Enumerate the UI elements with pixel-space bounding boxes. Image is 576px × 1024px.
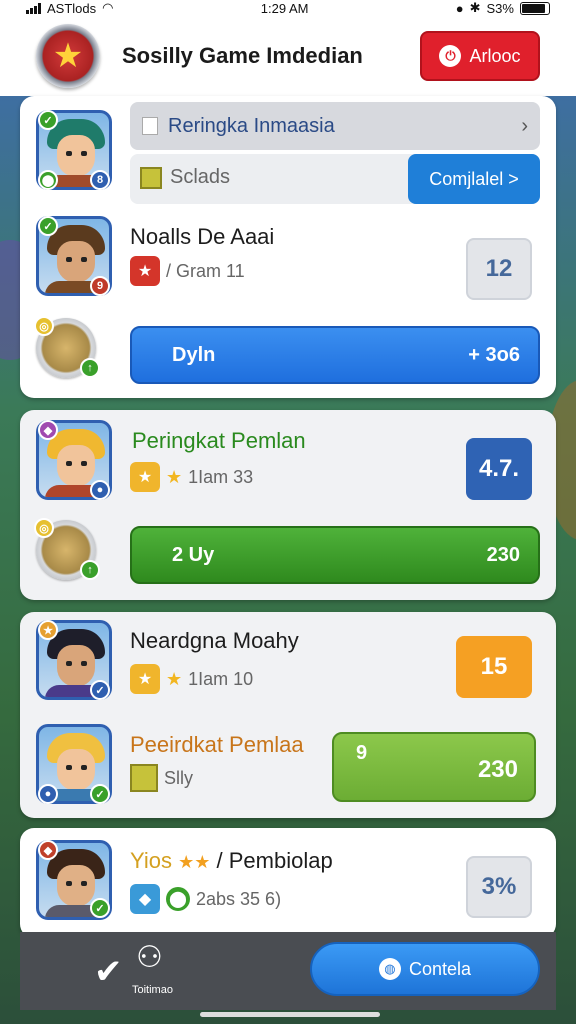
bottom-bar: ✔ ⚇ Toitimao ◍ Contela [20, 932, 556, 1010]
app-logo-star-icon: ★ [36, 24, 100, 88]
player-detail: ★ ★ 1Iam 33 [130, 462, 253, 492]
player-detail-text: 1Iam 10 [188, 668, 254, 689]
level-badge-icon: ✓ [38, 110, 58, 130]
player-score: 15 [456, 636, 532, 698]
search-text: Reringka Inmaasia [168, 114, 335, 137]
player-name: Peringkat Pemlan [132, 428, 306, 453]
bar-left-label: 9 [356, 742, 368, 764]
player-score: 4.7. [466, 438, 532, 500]
check-icon[interactable]: ✔ [94, 952, 123, 992]
progress-bar-light-green[interactable]: 9 230 [332, 732, 536, 802]
bar-left-label: Dyln [172, 343, 216, 366]
chevron-right-icon: › [521, 114, 528, 137]
bottom-bar-label: Toitimao [132, 984, 173, 996]
bar-right-value: 230 [486, 543, 520, 566]
item-box-icon [130, 764, 158, 792]
player-name: Neardgna Moahy [130, 628, 299, 653]
bar-right-value: + 3o6 [468, 343, 520, 366]
continue-label: Contela [408, 958, 472, 979]
status-bar: ASTlods ◠ 1:29 AM ● ✱ S3% [0, 0, 576, 16]
badge-icon: ⬤ [166, 887, 190, 911]
app-header: ★ Sosilly Game Imdedian ⏻ Arlooc [0, 16, 576, 96]
level-badge-icon: ★ [38, 620, 58, 640]
gamepad-icon[interactable]: ⚇ [136, 940, 163, 975]
gem-icon: ◆ [130, 884, 160, 914]
bar-left-label: 2 Uy [172, 543, 215, 566]
progress-bar-green[interactable]: 2 Uy 230 [130, 526, 540, 584]
player-score: 12 [466, 238, 532, 300]
wifi-icon: ◠ [102, 0, 114, 15]
battery-icon [519, 1, 550, 15]
player-detail-text: 2abs 35 6) [196, 888, 282, 909]
player-detail-text: Slly [164, 767, 194, 788]
globe-icon: ◍ [378, 958, 401, 980]
tab-label[interactable]: Sclads [170, 166, 230, 189]
signal-icon [26, 2, 41, 14]
tab-row: Sclads Comjlalel > [130, 154, 540, 204]
progress-bar-blue[interactable]: Dyln + 3o6 [130, 326, 540, 384]
level-badge-icon: ◆ [38, 420, 58, 440]
level-badge-icon: ✓ [38, 216, 58, 236]
player-name-prefix: Yios [130, 848, 172, 873]
folder-icon [140, 166, 162, 189]
level-badge-icon: 9 [90, 276, 110, 296]
star-icon: ★ [166, 668, 183, 689]
player-name: Noalls De Aaai [130, 224, 275, 249]
level-badge-icon: ⬤ [38, 170, 58, 190]
stars-icon: ★★ [178, 852, 211, 872]
star-icon: ★ [166, 466, 183, 487]
shield-icon: ★ [130, 664, 160, 694]
rank-emblem-icon: ★ [130, 256, 160, 286]
continue-button[interactable]: ◍ Contela [310, 942, 540, 996]
header-action-label: Arlooc [469, 45, 521, 66]
header-action-button[interactable]: ⏻ Arlooc [420, 31, 540, 81]
power-icon: ⏻ [439, 45, 462, 67]
carrier-name: ASTlods [47, 0, 97, 16]
bluetooth-icon: ✱ [469, 0, 481, 15]
document-icon [142, 117, 158, 135]
app-title: Sosilly Game Imdedian [122, 43, 363, 68]
player-detail-text: 1Iam 33 [188, 466, 254, 487]
bar-right-value: 230 [477, 756, 518, 783]
coin-icon: ◎ ↑ [34, 518, 100, 580]
level-badge-icon: ✓ [90, 784, 110, 804]
player-name-text: / Pembiolap [216, 848, 333, 873]
level-badge-icon: ◆ [38, 840, 58, 860]
level-badge-icon: ✓ [90, 680, 110, 700]
player-name: Yios ★★ / Pembiolap [130, 848, 333, 874]
player-detail: ★ / Gram 11 [130, 256, 245, 286]
level-badge-icon: ✓ [90, 898, 110, 918]
level-badge-icon: ● [90, 480, 110, 500]
location-icon: ● [455, 0, 464, 16]
battery-percent: S3% [486, 0, 514, 16]
level-badge-icon: 8 [90, 170, 110, 190]
complete-button[interactable]: Comjlalel > [408, 154, 540, 204]
player-score: 3% [466, 856, 532, 918]
shield-icon: ★ [130, 462, 160, 492]
level-badge-icon: ● [38, 784, 58, 804]
player-detail-text: / Gram 11 [166, 260, 245, 281]
player-detail: Slly [130, 764, 193, 792]
search-field[interactable]: Reringka Inmaasia › [130, 102, 540, 150]
player-detail: ◆ ⬤ 2abs 35 6) [130, 884, 281, 914]
home-indicator[interactable] [200, 1012, 380, 1017]
clock: 1:29 AM [260, 0, 309, 16]
coin-icon: ◎ ↑ [34, 316, 100, 378]
player-detail: ★ ★ 1Iam 10 [130, 664, 253, 694]
player-name: Peeirdkat Pemlaa [130, 732, 304, 757]
